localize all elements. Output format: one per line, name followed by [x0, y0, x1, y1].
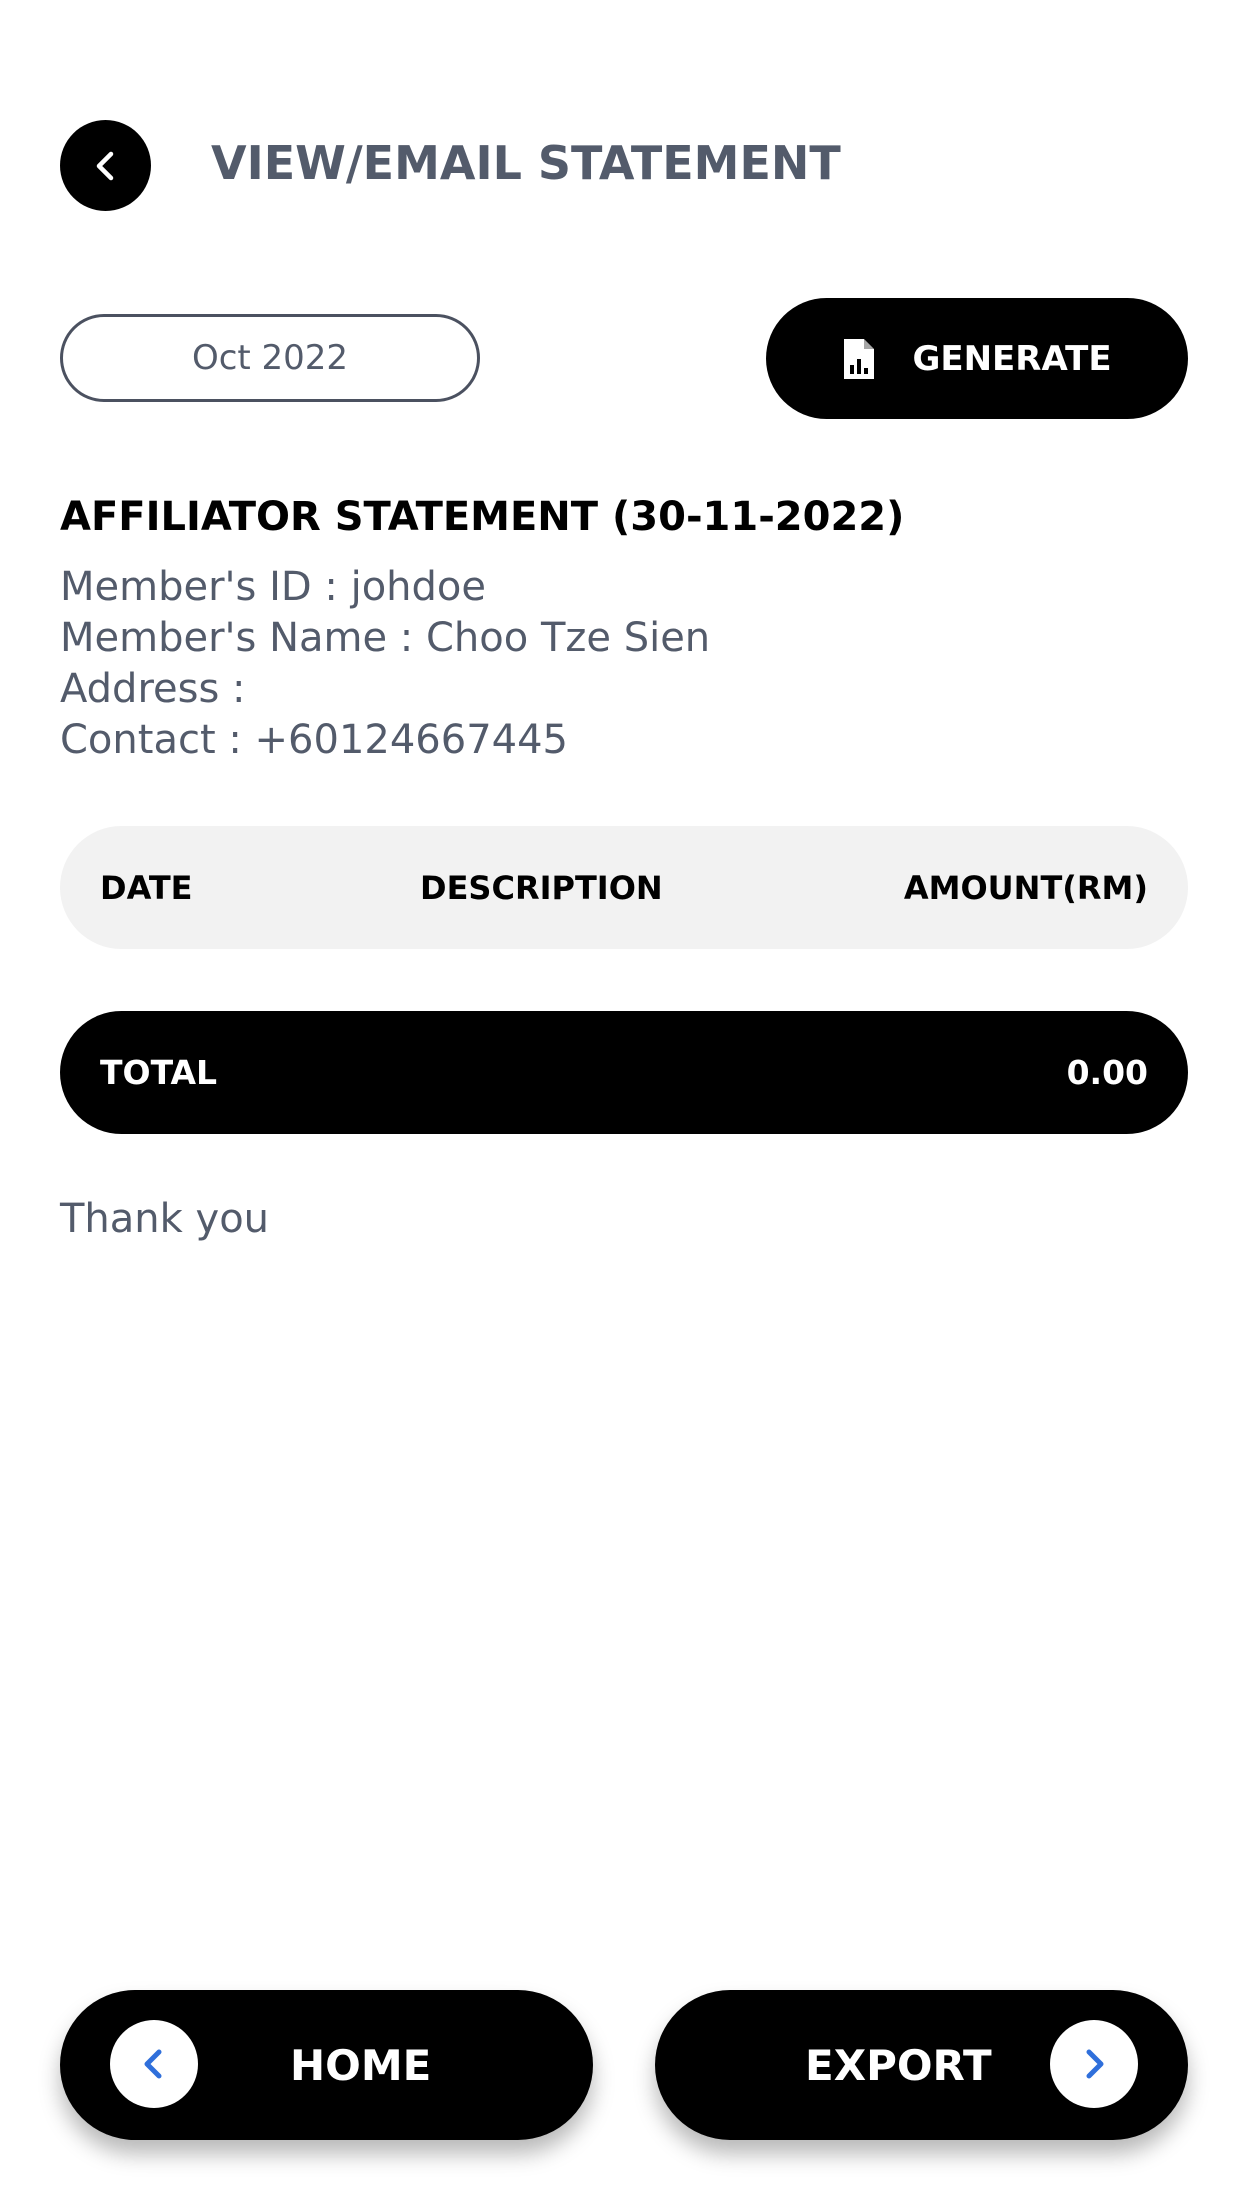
- back-button[interactable]: [60, 120, 151, 211]
- export-label: EXPORT: [805, 2040, 992, 2090]
- home-label: HOME: [290, 2040, 432, 2090]
- total-label: TOTAL: [100, 1053, 218, 1092]
- total-value: 0.00: [1066, 1053, 1148, 1092]
- generate-button[interactable]: GENERATE: [766, 298, 1188, 419]
- month-value: Oct 2022: [191, 338, 349, 378]
- export-circle: [1050, 2020, 1138, 2108]
- chevron-left-icon: [96, 151, 113, 180]
- statement-title: AFFILIATOR STATEMENT (30-11-2022): [60, 494, 905, 540]
- total-row: TOTAL 0.00: [60, 1011, 1188, 1134]
- file-chart-icon: [842, 337, 876, 381]
- thank-you-note: Thank you: [60, 1196, 270, 1242]
- column-header-date: DATE: [100, 868, 193, 907]
- home-circle: [110, 2020, 198, 2108]
- table-header: DATE DESCRIPTION AMOUNT(RM): [60, 826, 1188, 949]
- member-contact: Contact : +60124667445: [60, 717, 568, 763]
- home-button[interactable]: HOME: [60, 1990, 593, 2140]
- member-id: Member's ID : johdoe: [60, 564, 486, 610]
- page-title: VIEW/EMAIL STATEMENT: [211, 136, 841, 190]
- member-name: Member's Name : Choo Tze Sien: [60, 615, 711, 661]
- statement-page: VIEW/EMAIL STATEMENT Oct 2022 GENERATE A…: [0, 0, 1242, 2208]
- generate-label: GENERATE: [912, 338, 1112, 379]
- column-header-description: DESCRIPTION: [420, 868, 663, 907]
- chevron-left-icon: [144, 2049, 162, 2079]
- chevron-right-icon: [1086, 2049, 1104, 2079]
- export-button[interactable]: EXPORT: [655, 1990, 1188, 2140]
- member-info: Member's ID : johdoe Member's Name : Cho…: [60, 562, 710, 766]
- column-header-amount: AMOUNT(RM): [903, 868, 1148, 907]
- member-address: Address :: [60, 666, 246, 712]
- month-selector[interactable]: Oct 2022: [60, 314, 480, 402]
